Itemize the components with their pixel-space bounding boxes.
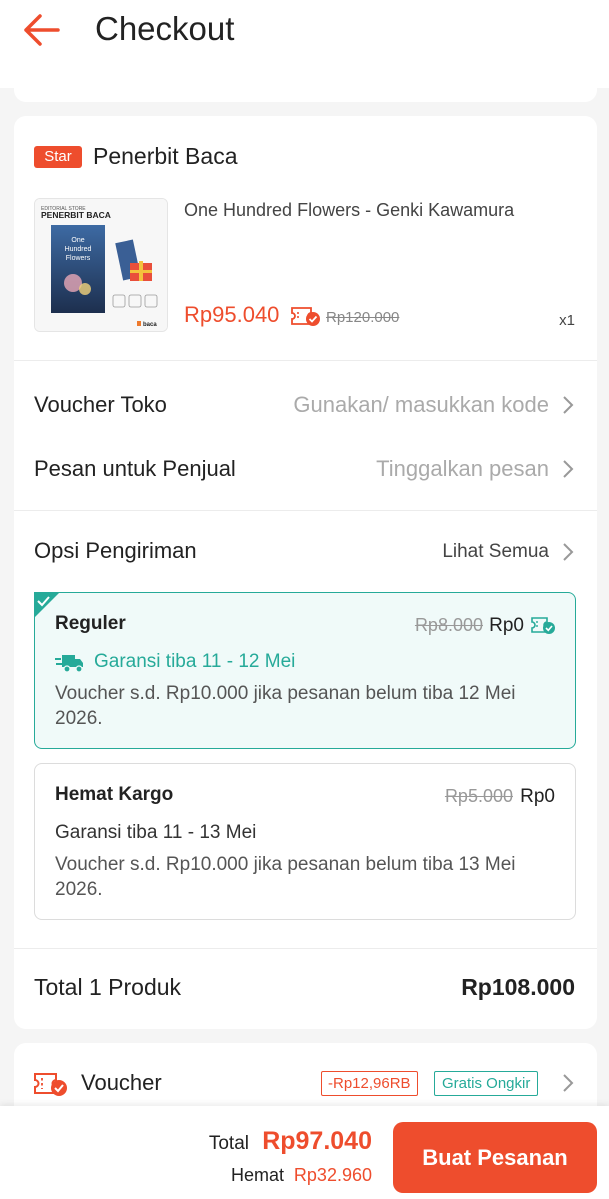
book-cover-image: EDITORIAL STORE PENERBIT BACA One Hundre… bbox=[35, 199, 167, 331]
option-old-price: Rp5.000 bbox=[444, 786, 513, 806]
option-price: Rp0 bbox=[489, 615, 524, 636]
cover-brand: PENERBIT BACA bbox=[41, 210, 111, 220]
chevron-right-icon[interactable] bbox=[561, 1072, 575, 1094]
savings-label: Hemat bbox=[230, 1165, 284, 1185]
chevron-right-icon[interactable] bbox=[561, 394, 575, 416]
total-payment: Rp97.040 bbox=[262, 1127, 372, 1155]
cover-title-1: One bbox=[71, 237, 84, 244]
divider bbox=[14, 360, 597, 361]
chevron-right-icon[interactable] bbox=[561, 541, 575, 563]
cover-title-2: Hundred bbox=[65, 246, 92, 253]
delivery-guarantee: Garansi tiba 11 - 13 Mei bbox=[55, 822, 257, 843]
see-all-link[interactable]: Lihat Semua bbox=[442, 541, 549, 563]
shipping-options-label: Opsi Pengiriman bbox=[34, 538, 197, 563]
total-products-label: Total 1 Produk bbox=[34, 974, 182, 1000]
cover-logo: baca bbox=[143, 322, 157, 328]
product-old-price: Rp120.000 bbox=[326, 309, 400, 326]
shipping-option-reguler[interactable]: Reguler Rp8.000 Rp0 Garansi tiba 11 - 12… bbox=[34, 592, 576, 749]
place-order-button[interactable]: Buat Pesanan bbox=[393, 1122, 597, 1193]
product-price: Rp95.040 bbox=[184, 302, 280, 327]
seller-message-label[interactable]: Pesan untuk Penjual bbox=[34, 456, 236, 482]
total-label: Total bbox=[208, 1133, 249, 1154]
free-shipping-tag: Gratis Ongkir bbox=[434, 1071, 539, 1096]
late-voucher-note: Voucher s.d. Rp10.000 jika pesanan belum… bbox=[55, 683, 516, 729]
star-badge: Star bbox=[34, 146, 82, 168]
cover-title-3: Flowers bbox=[66, 255, 91, 262]
chevron-right-icon[interactable] bbox=[561, 458, 575, 480]
seller-message-input[interactable]: Tinggalkan pesan bbox=[376, 456, 549, 482]
option-name: Reguler bbox=[55, 613, 126, 634]
shipping-option-hemat-kargo[interactable]: Hemat Kargo Rp5.000 Rp0 Garansi tiba 11 … bbox=[34, 763, 576, 920]
fast-truck-icon bbox=[55, 655, 83, 673]
divider bbox=[14, 948, 597, 949]
app-header: Checkout bbox=[0, 0, 609, 88]
total-products-value: Rp108.000 bbox=[461, 974, 575, 1000]
shop-voucher-value[interactable]: Gunakan/ masukkan kode bbox=[293, 392, 549, 418]
option-name: Hemat Kargo bbox=[55, 784, 174, 805]
voucher-check-icon bbox=[291, 307, 320, 326]
voucher-icon bbox=[34, 1073, 67, 1096]
checkout-bottom-bar: Total Rp97.040 Hemat Rp32.960 Buat Pesan… bbox=[0, 1106, 609, 1199]
address-card-edge bbox=[14, 88, 597, 102]
order-card: Star Penerbit Baca EDITORIAL STORE PENER… bbox=[14, 116, 597, 1029]
voucher-label: Voucher bbox=[81, 1070, 162, 1095]
shop-voucher-label[interactable]: Voucher Toko bbox=[34, 392, 167, 418]
arrow-left-icon[interactable] bbox=[22, 12, 62, 48]
voucher-check-icon bbox=[531, 617, 555, 634]
product-thumbnail[interactable]: EDITORIAL STORE PENERBIT BACA One Hundre… bbox=[34, 198, 168, 332]
option-old-price: Rp8.000 bbox=[414, 615, 483, 635]
product-quantity: x1 bbox=[559, 312, 575, 329]
discount-tag: -Rp12,96RB bbox=[321, 1071, 418, 1096]
page-title: Checkout bbox=[95, 10, 235, 47]
product-name: One Hundred Flowers - Genki Kawamura bbox=[184, 200, 515, 220]
delivery-guarantee: Garansi tiba 11 - 12 Mei bbox=[94, 651, 296, 672]
divider bbox=[14, 510, 597, 511]
late-voucher-note: Voucher s.d. Rp10.000 jika pesanan belum… bbox=[55, 854, 516, 900]
shop-name[interactable]: Penerbit Baca bbox=[93, 143, 237, 170]
savings-value: Rp32.960 bbox=[293, 1165, 372, 1185]
option-price: Rp0 bbox=[520, 786, 555, 807]
